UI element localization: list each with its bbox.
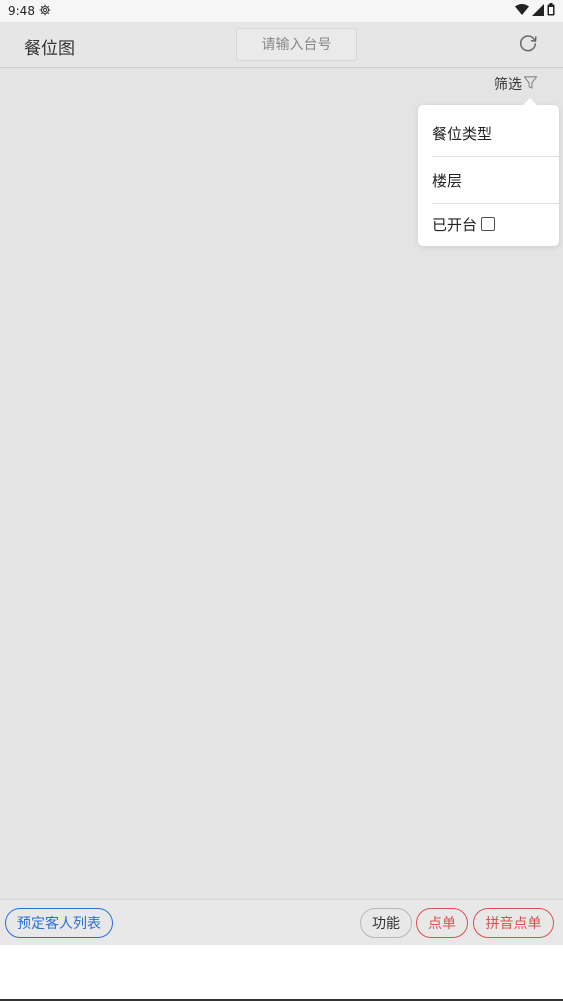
bottom-action-bar: 预定客人列表 功能 点单 拼音点单 bbox=[0, 899, 563, 945]
opened-checkbox[interactable] bbox=[481, 217, 496, 231]
signal-icon bbox=[532, 3, 544, 19]
status-bar: 9:48 bbox=[0, 0, 563, 22]
funnel-icon bbox=[523, 75, 538, 94]
gear-icon bbox=[39, 4, 51, 19]
filter-menu-item-label: 餐位类型 bbox=[432, 124, 493, 143]
filter-menu-item-label: 已开台 bbox=[432, 215, 478, 234]
table-number-search-input[interactable] bbox=[236, 28, 357, 61]
filter-menu-item-label: 楼层 bbox=[432, 171, 463, 190]
status-time: 9:48 bbox=[8, 4, 35, 18]
status-left: 9:48 bbox=[8, 4, 51, 19]
page-title: 餐位图 bbox=[24, 39, 75, 59]
battery-icon bbox=[547, 3, 555, 19]
filter-menu-item-opened[interactable]: 已开台 bbox=[432, 203, 559, 245]
filter-button[interactable]: 筛选 bbox=[494, 74, 538, 94]
navigation-area bbox=[0, 945, 563, 1001]
function-button[interactable]: 功能 bbox=[360, 908, 412, 938]
refresh-icon bbox=[517, 32, 539, 58]
app-header: 餐位图 bbox=[0, 22, 563, 68]
wifi-icon bbox=[515, 3, 529, 19]
filter-label: 筛选 bbox=[494, 77, 522, 93]
status-right bbox=[515, 3, 555, 19]
filter-popover: 餐位类型 楼层 已开台 bbox=[418, 98, 559, 246]
refresh-button[interactable] bbox=[514, 32, 542, 58]
filter-menu-item-floor[interactable]: 楼层 bbox=[432, 157, 559, 204]
popover-arrow bbox=[522, 98, 538, 106]
order-button[interactable]: 点单 bbox=[416, 908, 468, 938]
reserved-guest-list-button[interactable]: 预定客人列表 bbox=[5, 908, 113, 938]
filter-menu-item-seat-type[interactable]: 餐位类型 bbox=[432, 110, 559, 157]
pinyin-order-button[interactable]: 拼音点单 bbox=[473, 908, 554, 938]
